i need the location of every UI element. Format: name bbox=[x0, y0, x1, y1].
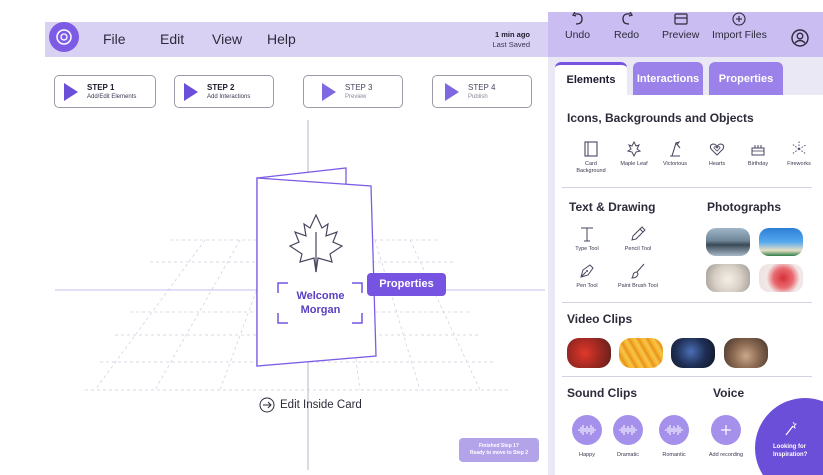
pen-tool-button[interactable]: Pen Tool bbox=[567, 262, 607, 290]
divider bbox=[562, 376, 812, 377]
photo-candles[interactable] bbox=[706, 264, 750, 292]
video-clip-1[interactable] bbox=[567, 338, 611, 368]
next-step-button[interactable]: Finished Step 1? Ready to move to Step 2 bbox=[459, 438, 539, 462]
section-sound-clips-title: Sound Clips bbox=[567, 386, 637, 400]
plus-icon bbox=[721, 425, 731, 435]
card-background-icon bbox=[584, 141, 598, 157]
element-label: Victorious bbox=[662, 161, 688, 167]
pen-tool-icon bbox=[580, 264, 594, 278]
card-text-line-2: Morgan bbox=[300, 304, 341, 316]
finished-line-2: Ready to move to Step 2 bbox=[469, 450, 529, 456]
undo-icon bbox=[571, 12, 583, 25]
finished-line-1: Finished Step 1? bbox=[478, 443, 519, 449]
tool-label: Type Tool bbox=[575, 246, 599, 252]
preview-label: Preview bbox=[662, 29, 700, 41]
paint-brush-icon bbox=[631, 263, 645, 279]
pencil-tool-icon bbox=[631, 226, 646, 241]
tab-interactions[interactable]: Interactions bbox=[633, 62, 703, 95]
element-birthday[interactable]: Birthday bbox=[738, 140, 778, 168]
import-files-label: Import Files bbox=[712, 29, 767, 41]
section-voice-title: Voice bbox=[713, 386, 745, 400]
card-text[interactable]: Welcome Morgan bbox=[278, 283, 363, 323]
add-circle-icon bbox=[732, 12, 746, 26]
photo-mountains[interactable] bbox=[706, 228, 750, 256]
waveform-icon bbox=[578, 425, 596, 435]
preview-icon bbox=[674, 13, 688, 25]
type-tool-icon bbox=[581, 227, 593, 242]
divider bbox=[562, 302, 812, 303]
redo-label: Redo bbox=[614, 29, 640, 41]
sound-happy-button[interactable] bbox=[572, 415, 602, 445]
properties-popup-button[interactable]: Properties bbox=[367, 273, 446, 296]
element-label: Card Background bbox=[576, 161, 606, 174]
section-text-drawing-title: Text & Drawing bbox=[569, 200, 656, 214]
element-victorious[interactable]: Victorious bbox=[655, 140, 695, 168]
section-icons-title: Icons, Backgrounds and Objects bbox=[567, 111, 754, 125]
edit-inside-label: Edit Inside Card bbox=[280, 399, 362, 411]
video-clip-2[interactable] bbox=[619, 338, 663, 368]
element-label: Fireworks bbox=[787, 161, 811, 167]
section-video-clips-title: Video Clips bbox=[567, 312, 633, 326]
sound-romantic-button[interactable] bbox=[659, 415, 689, 445]
hearts-icon bbox=[709, 143, 725, 156]
redo-icon bbox=[621, 12, 633, 25]
photo-gift[interactable] bbox=[759, 264, 803, 292]
tab-elements[interactable]: Elements bbox=[555, 62, 627, 95]
maple-leaf-icon bbox=[626, 140, 642, 158]
tool-label: Pencil Tool bbox=[624, 246, 652, 252]
voice-label: Add recording bbox=[708, 452, 744, 458]
victorious-icon bbox=[670, 141, 681, 157]
add-recording-button[interactable] bbox=[711, 415, 741, 445]
inspiration-line-2: Inspiration? bbox=[773, 452, 808, 458]
import-files-button[interactable]: Import Files bbox=[712, 12, 767, 41]
element-card-background[interactable]: Card Background bbox=[571, 140, 611, 175]
card-text-line-1: Welcome bbox=[296, 290, 345, 302]
undo-button[interactable]: Undo bbox=[565, 12, 590, 41]
edit-inside-card-button[interactable]: Edit Inside Card bbox=[259, 397, 362, 413]
arrow-right-circle-icon bbox=[259, 397, 275, 413]
element-label: Birthday bbox=[747, 161, 769, 167]
inspiration-line-1: Looking for bbox=[773, 444, 806, 450]
inspiration-label: Looking for Inspiration? bbox=[773, 443, 807, 459]
redo-button[interactable]: Redo bbox=[614, 12, 639, 41]
element-label: Maple Leaf bbox=[620, 161, 648, 167]
element-fireworks[interactable]: Fireworks bbox=[779, 140, 819, 168]
section-photographs-title: Photographs bbox=[707, 200, 781, 214]
waveform-icon bbox=[619, 425, 637, 435]
photo-beach[interactable] bbox=[759, 228, 803, 256]
paint-brush-tool-button[interactable]: Paint Brush Tool bbox=[612, 262, 664, 290]
pencil-tool-button[interactable]: Pencil Tool bbox=[618, 225, 658, 253]
tool-label: Paint Brush Tool bbox=[618, 283, 658, 289]
undo-label: Undo bbox=[565, 29, 591, 41]
fireworks-icon bbox=[791, 141, 807, 155]
tool-label: Pen Tool bbox=[576, 283, 598, 289]
preview-button[interactable]: Preview bbox=[662, 12, 699, 41]
sound-label: Romantic bbox=[662, 452, 686, 458]
element-hearts[interactable]: Hearts bbox=[697, 140, 737, 168]
video-clip-4[interactable] bbox=[724, 338, 768, 368]
video-clip-3[interactable] bbox=[671, 338, 715, 368]
tab-properties[interactable]: Properties bbox=[709, 62, 783, 95]
user-profile-icon[interactable] bbox=[791, 29, 809, 52]
waveform-icon bbox=[665, 425, 683, 435]
magic-wand-icon bbox=[785, 421, 797, 436]
element-maple-leaf[interactable]: Maple Leaf bbox=[614, 140, 654, 168]
birthday-icon bbox=[751, 145, 765, 156]
sound-label: Dramatic bbox=[616, 452, 639, 458]
element-label: Hearts bbox=[708, 161, 726, 167]
type-tool-button[interactable]: Type Tool bbox=[567, 225, 607, 253]
divider bbox=[562, 187, 812, 188]
sound-dramatic-button[interactable] bbox=[613, 415, 643, 445]
